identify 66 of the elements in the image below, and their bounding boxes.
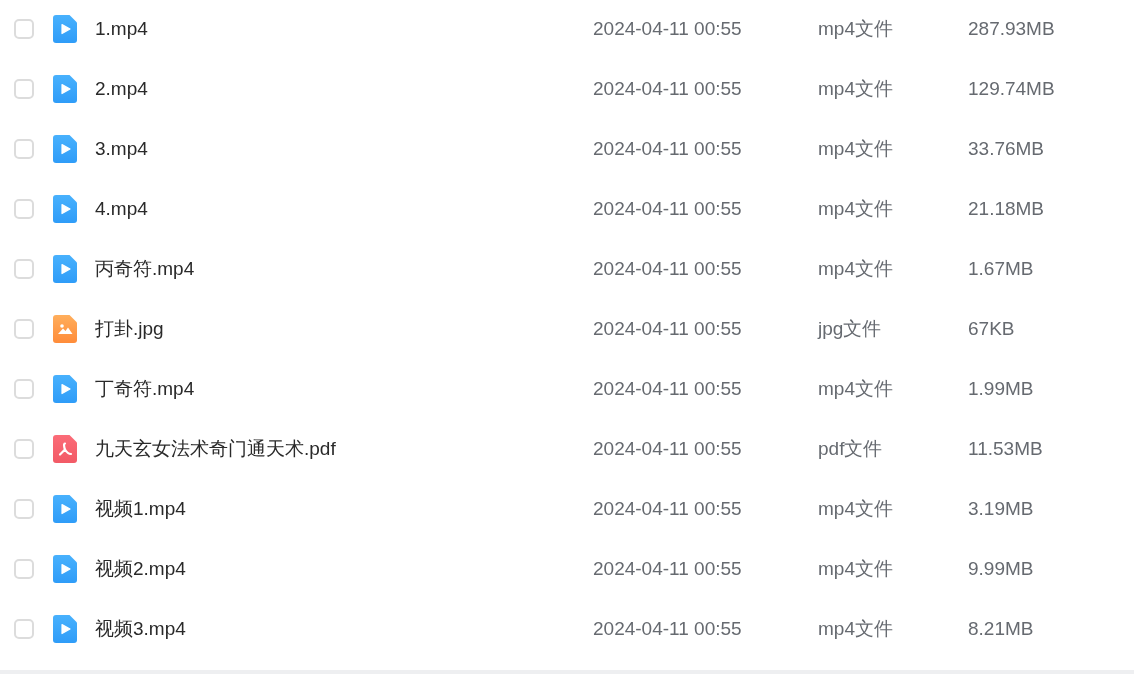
checkbox[interactable] bbox=[14, 199, 34, 219]
file-type: pdf文件 bbox=[818, 437, 883, 459]
modified-date: 2024-04-11 00:55 bbox=[593, 197, 742, 219]
modified-date: 2024-04-11 00:55 bbox=[593, 437, 742, 459]
file-type: mp4文件 bbox=[818, 497, 893, 519]
file-size: 67KB bbox=[968, 317, 1015, 339]
modified-date: 2024-04-11 00:55 bbox=[593, 497, 742, 519]
modified-date: 2024-04-11 00:55 bbox=[593, 377, 742, 399]
file-type: mp4文件 bbox=[818, 77, 893, 99]
file-size: 33.76MB bbox=[968, 137, 1045, 159]
modified-date: 2024-04-11 00:55 bbox=[593, 77, 742, 99]
video-file-icon bbox=[53, 15, 77, 43]
checkbox[interactable] bbox=[14, 439, 34, 459]
file-size: 1.67MB bbox=[968, 257, 1034, 279]
file-type: mp4文件 bbox=[818, 197, 893, 219]
checkbox[interactable] bbox=[14, 559, 34, 579]
file-size: 129.74MB bbox=[968, 77, 1055, 99]
file-size: 21.18MB bbox=[968, 197, 1045, 219]
image-file-icon bbox=[53, 315, 77, 343]
video-file-icon bbox=[53, 375, 77, 403]
file-name[interactable]: 2.mp4 bbox=[95, 77, 148, 99]
file-name[interactable]: 1.mp4 bbox=[95, 17, 148, 39]
file-name[interactable]: 4.mp4 bbox=[95, 197, 148, 219]
file-name[interactable]: 视频1.mp4 bbox=[95, 497, 186, 519]
video-file-icon bbox=[53, 555, 77, 583]
checkbox[interactable] bbox=[14, 259, 34, 279]
file-name[interactable]: 3.mp4 bbox=[95, 137, 148, 159]
checkbox[interactable] bbox=[14, 79, 34, 99]
modified-date: 2024-04-11 00:55 bbox=[593, 257, 742, 279]
pdf-file-icon bbox=[53, 435, 77, 463]
file-name[interactable]: 视频3.mp4 bbox=[95, 617, 186, 639]
file-size: 287.93MB bbox=[968, 17, 1055, 39]
file-type: mp4文件 bbox=[818, 257, 893, 279]
checkbox[interactable] bbox=[14, 499, 34, 519]
video-file-icon bbox=[53, 195, 77, 223]
file-size: 8.21MB bbox=[968, 617, 1034, 639]
checkbox[interactable] bbox=[14, 619, 34, 639]
modified-date: 2024-04-11 00:55 bbox=[593, 137, 742, 159]
file-name[interactable]: 丁奇符.mp4 bbox=[95, 377, 195, 399]
checkbox[interactable] bbox=[14, 319, 34, 339]
modified-date: 2024-04-11 00:55 bbox=[593, 17, 742, 39]
checkbox[interactable] bbox=[14, 19, 34, 39]
checkbox[interactable] bbox=[14, 139, 34, 159]
video-file-icon bbox=[53, 495, 77, 523]
modified-date: 2024-04-11 00:55 bbox=[593, 317, 742, 339]
checkbox[interactable] bbox=[14, 379, 34, 399]
file-name[interactable]: 视频2.mp4 bbox=[95, 557, 186, 579]
modified-date: 2024-04-11 00:55 bbox=[593, 557, 742, 579]
modified-date: 2024-04-11 00:55 bbox=[593, 617, 742, 639]
file-name[interactable]: 打卦.jpg bbox=[95, 317, 164, 339]
file-type: mp4文件 bbox=[818, 617, 893, 639]
file-type: mp4文件 bbox=[818, 557, 893, 579]
file-type: jpg文件 bbox=[818, 317, 882, 339]
file-type: mp4文件 bbox=[818, 17, 893, 39]
video-file-icon bbox=[53, 75, 77, 103]
file-type: mp4文件 bbox=[818, 377, 893, 399]
file-size: 1.99MB bbox=[968, 377, 1034, 399]
file-size: 11.53MB bbox=[968, 437, 1043, 459]
file-size: 3.19MB bbox=[968, 497, 1034, 519]
file-size: 9.99MB bbox=[968, 557, 1034, 579]
video-file-icon bbox=[53, 135, 77, 163]
video-file-icon bbox=[53, 255, 77, 283]
file-type: mp4文件 bbox=[818, 137, 893, 159]
file-name[interactable]: 九天玄女法术奇门通天术.pdf bbox=[95, 437, 336, 459]
file-name[interactable]: 丙奇符.mp4 bbox=[95, 257, 195, 279]
video-file-icon bbox=[53, 615, 77, 643]
